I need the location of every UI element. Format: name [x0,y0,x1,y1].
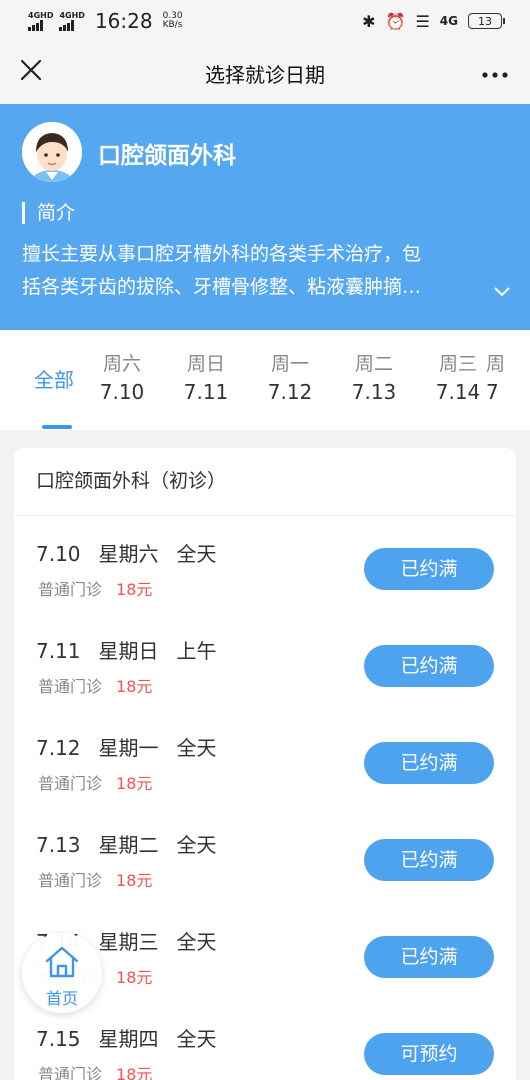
tab-weekday: 周六 [102,353,141,375]
slot-date: 7.12 [36,736,81,760]
slot-weekday: 星期二 [98,833,159,857]
vibrate-icon: ☰ [415,11,430,31]
signal-icon: 4GHD [28,10,54,31]
slot-period: 全天 [176,1027,217,1051]
tab-weekday: 周 [486,353,506,375]
tab-date: 7.12 [267,380,313,404]
slot-price: 18元 [116,774,153,793]
full-button[interactable]: 已约满 [364,645,494,687]
schedule-slot: 7.15 星期四 全天 普通门诊 18元 可预约 [14,1001,516,1080]
slot-date: 7.11 [36,639,81,663]
slot-date: 7.15 [36,1027,81,1051]
slot-price: 18元 [116,1065,153,1080]
intro-text[interactable]: 擅长主要从事口腔牙槽外科的各类手术治疗，包 括各类牙齿的拔除、牙槽骨修整、粘液囊… [22,238,492,304]
network-type-3: 4G [439,14,458,28]
home-icon [45,946,79,978]
bluetooth-icon: ✱ [362,11,376,31]
full-button[interactable]: 已约满 [364,936,494,978]
slot-period: 全天 [176,930,217,954]
slot-type: 普通门诊 [38,871,103,890]
slot-info: 7.11 星期日 上午 [36,635,235,664]
doctor-avatar [22,122,82,182]
battery-level: 13 [478,14,492,28]
tab-day[interactable]: 周 7 [486,350,526,406]
close-icon[interactable] [16,58,46,88]
slot-date: 7.13 [36,833,81,857]
more-icon[interactable] [482,60,508,85]
home-label: 首页 [45,989,78,1008]
network-speed: 0.30 KB/s [163,12,183,30]
intro-line-1: 擅长主要从事口腔牙槽外科的各类手术治疗，包 [22,243,422,265]
network-type-2: 4GHD [59,10,85,20]
slot-detail: 普通门诊 18元 [38,770,152,794]
tab-weekday: 周日 [186,353,225,375]
status-bar: 4GHD 4GHD 16:28 0.30 KB/s ✱ ⏰ ☰ 4G 13 [0,0,530,42]
slot-date: 7.10 [36,542,81,566]
date-tabs: 全部 周六 7.10 周日 7.11 周一 7.12 周二 7.13 周三 7.… [0,330,530,430]
slot-detail: 普通门诊 18元 [38,867,152,891]
page-title: 选择就诊日期 [205,62,325,87]
schedule-slot: 7.10 星期六 全天 普通门诊 18元 已约满 [14,516,516,613]
slot-type: 普通门诊 [38,1065,103,1080]
tab-date: 7.13 [351,380,397,404]
slot-type: 普通门诊 [38,580,103,599]
slot-info: 7.15 星期四 全天 [36,1023,235,1052]
full-button[interactable]: 已约满 [364,742,494,784]
tab-day[interactable]: 周一 7.12 [248,350,332,406]
book-button[interactable]: 可预约 [364,1033,494,1075]
tab-active-indicator [42,425,72,429]
tab-date: 7.10 [99,380,145,404]
battery-icon: 13 [468,13,505,29]
department-header: 口腔颌面外科 简介 擅长主要从事口腔牙槽外科的各类手术治疗，包 括各类牙齿的拔除… [0,104,530,330]
slot-weekday: 星期一 [98,736,159,760]
slot-weekday: 星期日 [98,639,159,663]
home-button[interactable]: 首页 [22,933,102,1013]
schedule-slot: 7.11 星期日 上午 普通门诊 18元 已约满 [14,613,516,710]
slot-price: 18元 [116,968,153,987]
slot-price: 18元 [116,580,153,599]
slot-weekday: 星期六 [98,542,159,566]
tab-day[interactable]: 周日 7.11 [164,350,248,406]
slot-price: 18元 [116,871,153,890]
tab-date: 7.11 [183,380,229,404]
slot-period: 全天 [176,542,217,566]
chevron-down-icon[interactable] [494,282,510,301]
full-button[interactable]: 已约满 [364,839,494,881]
tab-weekday: 周二 [354,353,393,375]
slot-period: 全天 [176,833,217,857]
full-button[interactable]: 已约满 [364,548,494,590]
slot-price: 18元 [116,677,153,696]
slot-type: 普通门诊 [38,677,103,696]
intro-line-2: 括各类牙齿的拔除、牙槽骨修整、粘液囊肿摘… [22,276,422,298]
slot-detail: 普通门诊 18元 [38,576,152,600]
tab-date: 7 [486,380,499,404]
title-bar: 选择就诊日期 [0,42,530,104]
department-name: 口腔颌面外科 [98,143,236,169]
tab-weekday: 周一 [270,353,309,375]
slot-info: 7.10 星期六 全天 [36,538,235,567]
slot-type: 普通门诊 [38,774,103,793]
slot-weekday: 星期四 [98,1027,159,1051]
signal-icon-2: 4GHD [59,10,85,31]
intro-label: 简介 [22,202,75,224]
slot-period: 全天 [176,736,217,760]
slot-detail: 普通门诊 18元 [38,673,152,697]
slot-detail: 普通门诊 18元 [38,1061,152,1080]
schedule-slot: 7.13 星期二 全天 普通门诊 18元 已约满 [14,807,516,904]
tab-day[interactable]: 周二 7.13 [332,350,416,406]
slot-info: 7.12 星期一 全天 [36,732,235,761]
tab-day[interactable]: 周六 7.10 [80,350,164,406]
clock: 16:28 [94,9,153,33]
network-speed-unit: KB/s [162,20,183,30]
schedule-title: 口腔颌面外科（初诊） [14,448,516,516]
network-type-1: 4GHD [28,10,54,20]
schedule-slot: 7.12 星期一 全天 普通门诊 18元 已约满 [14,710,516,807]
slot-period: 上午 [176,639,217,663]
slot-info: 7.13 星期二 全天 [36,829,235,858]
slot-weekday: 星期三 [98,930,159,954]
alarm-icon: ⏰ [385,11,406,31]
